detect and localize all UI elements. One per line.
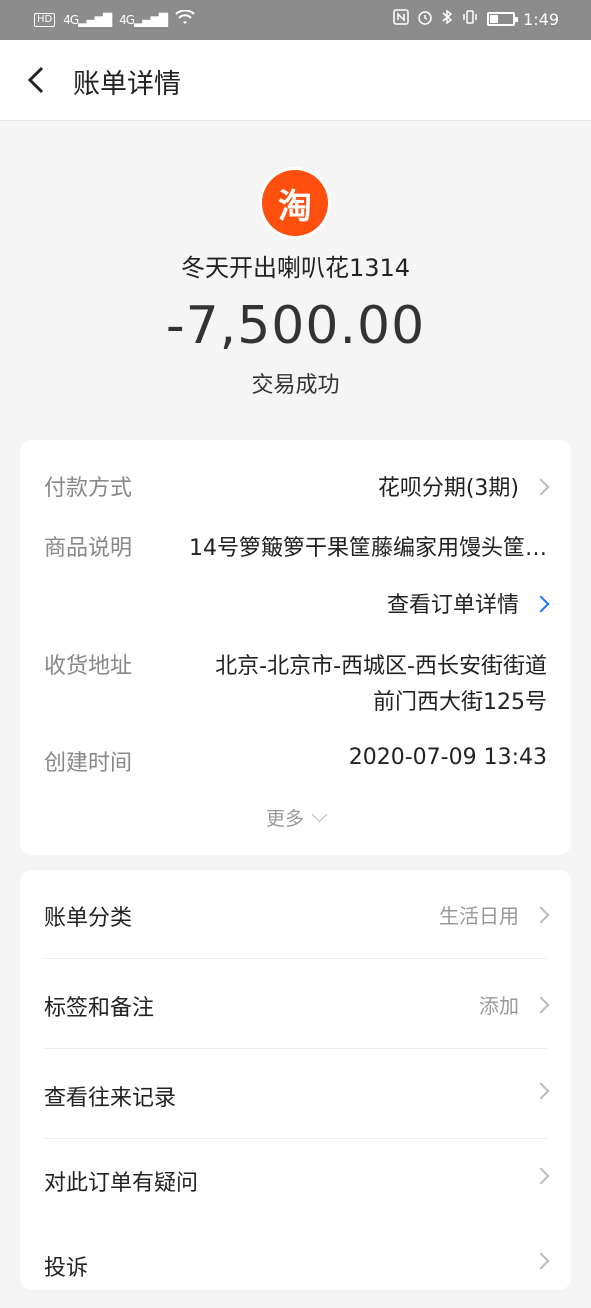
complaint-label: 投诉 <box>44 1256 89 1281</box>
back-button[interactable] <box>20 62 56 98</box>
status-bar: HD 4G▂▄▆█ 4G▂▄▆█ 1:49 <box>0 0 591 40</box>
transaction-amount: -7,500.00 <box>165 296 426 356</box>
created-time-label: 创建时间 <box>44 751 133 776</box>
bill-category-value: 生活日用 <box>439 904 519 928</box>
tags-notes-label: 标签和备注 <box>44 996 155 1021</box>
shipping-address-label: 收货地址 <box>44 654 133 679</box>
history-row[interactable]: 查看往来记录 <box>44 1050 550 1139</box>
nfc-icon <box>393 9 409 29</box>
shipping-address-line1: 北京-北京市-西城区-西长安街街道 <box>215 654 547 679</box>
hd-icon: HD <box>34 13 56 27</box>
merchant-name: 冬天开出喇叭花1314 <box>180 254 411 282</box>
order-question-row[interactable]: 对此订单有疑问 <box>44 1135 550 1223</box>
page-title: 账单详情 <box>73 69 181 100</box>
history-chevron-wrap <box>519 1080 550 1104</box>
chevron-right-icon <box>532 996 550 1014</box>
created-time-value: 2020-07-09 13:43 <box>348 745 547 770</box>
bill-category-value-wrap: 生活日用 <box>439 900 550 929</box>
bluetooth-icon <box>441 9 453 29</box>
details-card: 付款方式 花呗分期(3期) 商品说明 14号箩簸箩干果筐藤编家用馒头筐… 查看订… <box>20 440 571 855</box>
shipping-address-row: 收货地址 北京-北京市-西城区-西长安街街道 前门西大街125号 <box>44 648 547 720</box>
history-label: 查看往来记录 <box>44 1086 177 1111</box>
bill-category-row[interactable]: 账单分类 生活日用 <box>44 870 550 959</box>
battery-icon <box>487 12 519 26</box>
vibrate-icon <box>461 9 479 29</box>
signal-icon: 4G▂▄▆█ <box>63 13 112 27</box>
transaction-summary: 淘 冬天开出喇叭花1314 -7,500.00 交易成功 <box>0 120 591 420</box>
chevron-right-icon <box>532 1082 550 1100</box>
chevron-right-icon <box>532 906 550 924</box>
chevron-right-icon <box>532 1252 550 1270</box>
transaction-status: 交易成功 <box>251 373 340 398</box>
alarm-icon <box>417 9 433 29</box>
chevron-right-icon <box>532 595 550 613</box>
payment-method-value: 花呗分期(3期) <box>377 476 519 501</box>
clock: 1:49 <box>523 9 559 29</box>
tags-notes-row[interactable]: 标签和备注 添加 <box>44 960 550 1049</box>
order-question-label: 对此订单有疑问 <box>44 1171 199 1196</box>
tags-notes-value-wrap: 添加 <box>479 990 550 1019</box>
more-label: 更多 <box>265 808 304 830</box>
order-details-row[interactable]: 查看订单详情 <box>44 587 550 619</box>
actions-card: 账单分类 生活日用 标签和备注 添加 查看往来记录 对此订单有疑问 投诉 <box>20 870 571 1290</box>
header: 账单详情 <box>0 40 591 121</box>
shipping-address-line2: 前门西大街125号 <box>373 690 547 715</box>
chevron-right-icon <box>532 478 550 496</box>
taobao-logo-text: 淘 <box>278 186 312 227</box>
product-description-row: 商品说明 14号箩簸箩干果筐藤编家用馒头筐… <box>44 530 547 562</box>
chevron-right-icon <box>532 1167 550 1185</box>
wifi-icon <box>175 9 195 30</box>
payment-method-label: 付款方式 <box>44 476 133 501</box>
status-left: HD 4G▂▄▆█ 4G▂▄▆█ <box>34 9 195 30</box>
payment-method-value-wrap: 花呗分期(3期) <box>377 470 550 502</box>
taobao-logo: 淘 <box>262 170 328 236</box>
chevron-down-icon <box>311 806 328 823</box>
complaint-chevron-wrap <box>519 1250 550 1274</box>
bill-category-label: 账单分类 <box>44 906 133 931</box>
more-button[interactable]: 更多 <box>20 804 571 831</box>
complaint-row[interactable]: 投诉 <box>44 1220 550 1308</box>
status-right: 1:49 <box>393 9 559 29</box>
order-question-chevron-wrap <box>519 1165 550 1189</box>
product-description-value: 14号箩簸箩干果筐藤编家用馒头筐… <box>189 536 547 561</box>
product-description-label: 商品说明 <box>44 536 133 561</box>
payment-method-row[interactable]: 付款方式 花呗分期(3期) <box>44 470 550 502</box>
created-time-row: 创建时间 2020-07-09 13:43 <box>44 745 547 777</box>
view-order-details-label: 查看订单详情 <box>386 593 519 618</box>
view-order-details-link[interactable]: 查看订单详情 <box>386 587 550 619</box>
chevron-left-icon <box>27 66 44 94</box>
tags-notes-value: 添加 <box>479 994 519 1018</box>
signal-icon: 4G▂▄▆█ <box>119 13 168 27</box>
